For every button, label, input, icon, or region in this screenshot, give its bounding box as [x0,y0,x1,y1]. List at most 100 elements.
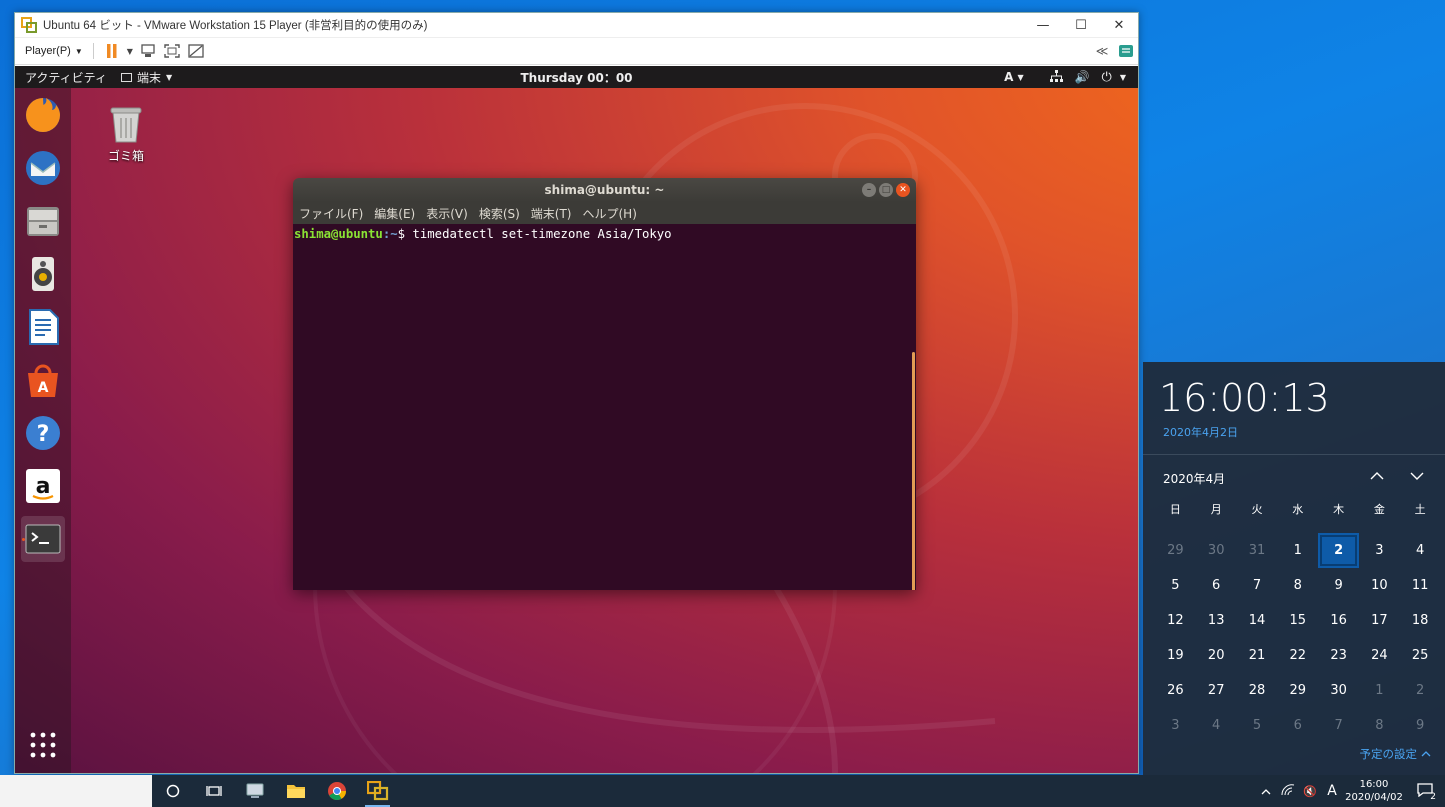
volume-muted-icon[interactable]: 🔇 [1299,785,1321,798]
calendar-day[interactable]: 29 [1277,673,1318,708]
calendar-day[interactable]: 28 [1237,673,1278,708]
calendar-day[interactable]: 1 [1277,533,1318,568]
pause-dropdown-button[interactable]: ▼ [124,40,136,62]
amazon-launcher[interactable]: a [21,463,65,509]
vmware-titlebar[interactable]: Ubuntu 64 ビット - VMware Workstation 15 Pl… [15,13,1138,37]
taskbar-app-chrome[interactable] [316,775,357,807]
calendar-day[interactable]: 31 [1237,533,1278,568]
app-menu[interactable]: 端末 ▼ [121,69,172,86]
calendar-day[interactable]: 14 [1237,603,1278,638]
collapse-toolbar-icon[interactable]: ≪ [1090,40,1114,62]
player-menu[interactable]: Player(P) ▼ [21,43,87,59]
minimize-icon[interactable]: – [862,183,876,197]
calendar-day[interactable]: 30 [1196,533,1237,568]
calendar-day[interactable]: 4 [1400,533,1441,568]
fullscreen-button[interactable] [160,40,184,62]
schedule-settings-link[interactable]: 予定の設定 [1360,746,1432,762]
show-hidden-icons-button[interactable] [1255,785,1277,798]
calendar-day[interactable]: 27 [1196,673,1237,708]
calendar-day[interactable]: 6 [1196,568,1237,603]
calendar-day[interactable]: 20 [1196,638,1237,673]
menu-help[interactable]: ヘルプ(H) [583,205,637,222]
minimize-icon[interactable]: — [1024,13,1062,37]
network-icon[interactable] [1277,783,1299,799]
taskbar-app-explorer[interactable] [275,775,316,807]
action-center-button[interactable]: 2 [1405,782,1445,802]
calendar-day[interactable]: 19 [1155,638,1196,673]
rhythmbox-launcher[interactable] [21,251,65,297]
calendar-day[interactable]: 15 [1277,603,1318,638]
power-menu[interactable]: ⏻ ▼ [1102,70,1126,85]
calendar-day[interactable]: 29 [1155,533,1196,568]
files-launcher[interactable] [21,198,65,244]
calendar-day[interactable]: 23 [1318,638,1359,673]
menu-terminal[interactable]: 端末(T) [531,205,572,222]
calendar-day[interactable]: 1 [1359,673,1400,708]
calendar-day[interactable]: 2 [1318,533,1359,568]
thunderbird-launcher[interactable] [21,145,65,191]
menu-edit[interactable]: 編集(E) [374,205,415,222]
calendar-day[interactable]: 10 [1359,568,1400,603]
calendar-day[interactable]: 8 [1277,568,1318,603]
terminal-launcher[interactable] [21,516,65,562]
menu-view[interactable]: 表示(V) [426,205,468,222]
input-method-indicator[interactable]: A ▼ [1004,70,1023,84]
calendar-day[interactable]: 13 [1196,603,1237,638]
volume-icon[interactable]: 🔊 [1075,70,1090,84]
calendar-day[interactable]: 6 [1277,708,1318,743]
terminal-output[interactable]: shima@ubuntu:~$ timedatectl set-timezone… [293,224,916,590]
send-ctrl-alt-del-button[interactable] [136,40,160,62]
calendar-day[interactable]: 4 [1196,708,1237,743]
show-applications-button[interactable] [21,722,65,768]
terminal-titlebar[interactable]: shima@ubuntu: ~ – □ ✕ [293,178,916,202]
calendar-day[interactable]: 3 [1155,708,1196,743]
menu-search[interactable]: 検索(S) [479,205,520,222]
calendar-day[interactable]: 30 [1318,673,1359,708]
unity-mode-button[interactable] [184,40,208,62]
calendar-day[interactable]: 8 [1359,708,1400,743]
calendar-day[interactable]: 18 [1400,603,1441,638]
calendar-day[interactable]: 22 [1277,638,1318,673]
calendar-day[interactable]: 5 [1237,708,1278,743]
calendar-day[interactable]: 21 [1237,638,1278,673]
help-launcher[interactable]: ? [21,410,65,456]
taskbar-app-remote[interactable] [234,775,275,807]
task-view-button[interactable] [193,775,234,807]
calendar-day[interactable]: 12 [1155,603,1196,638]
cortana-button[interactable] [152,775,193,807]
terminal-scrollbar[interactable] [912,352,915,590]
calendar-day[interactable]: 2 [1400,673,1441,708]
calendar-month-label[interactable]: 2020年4月 [1163,470,1225,487]
calendar-day[interactable]: 17 [1359,603,1400,638]
menu-file[interactable]: ファイル(F) [299,205,363,222]
close-icon[interactable]: ✕ [1100,13,1138,37]
calendar-day[interactable]: 7 [1318,708,1359,743]
calendar-day[interactable]: 24 [1359,638,1400,673]
maximize-icon[interactable]: □ [879,183,893,197]
flyout-date-link[interactable]: 2020年4月2日 [1163,424,1238,440]
calendar-day[interactable]: 25 [1400,638,1441,673]
taskbar-clock[interactable]: 16:00 2020/04/02 [1343,778,1405,804]
calendar-day[interactable]: 3 [1359,533,1400,568]
network-icon[interactable] [1049,69,1063,85]
calendar-day[interactable]: 7 [1237,568,1278,603]
activities-button[interactable]: アクティビティ [15,69,121,86]
calendar-day[interactable]: 9 [1318,568,1359,603]
pause-button[interactable] [100,40,124,62]
calendar-day[interactable]: 26 [1155,673,1196,708]
taskbar-search-box[interactable] [0,775,152,807]
calendar-day[interactable]: 16 [1318,603,1359,638]
calendar-day[interactable]: 5 [1155,568,1196,603]
ubuntu-clock[interactable]: Thursday 00：00 [15,69,1138,86]
taskbar-app-vmware[interactable] [357,775,398,807]
maximize-icon[interactable]: ☐ [1062,13,1100,37]
libreoffice-writer-launcher[interactable] [21,304,65,350]
firefox-launcher[interactable] [21,92,65,138]
calendar-next-button[interactable] [1407,466,1427,486]
trash-desktop-icon[interactable]: ゴミ箱 [101,104,151,164]
calendar-prev-button[interactable] [1367,466,1387,486]
close-icon[interactable]: ✕ [896,183,910,197]
input-mode-indicator[interactable]: A [1321,783,1343,799]
library-icon[interactable] [1114,40,1138,62]
calendar-day[interactable]: 9 [1400,708,1441,743]
